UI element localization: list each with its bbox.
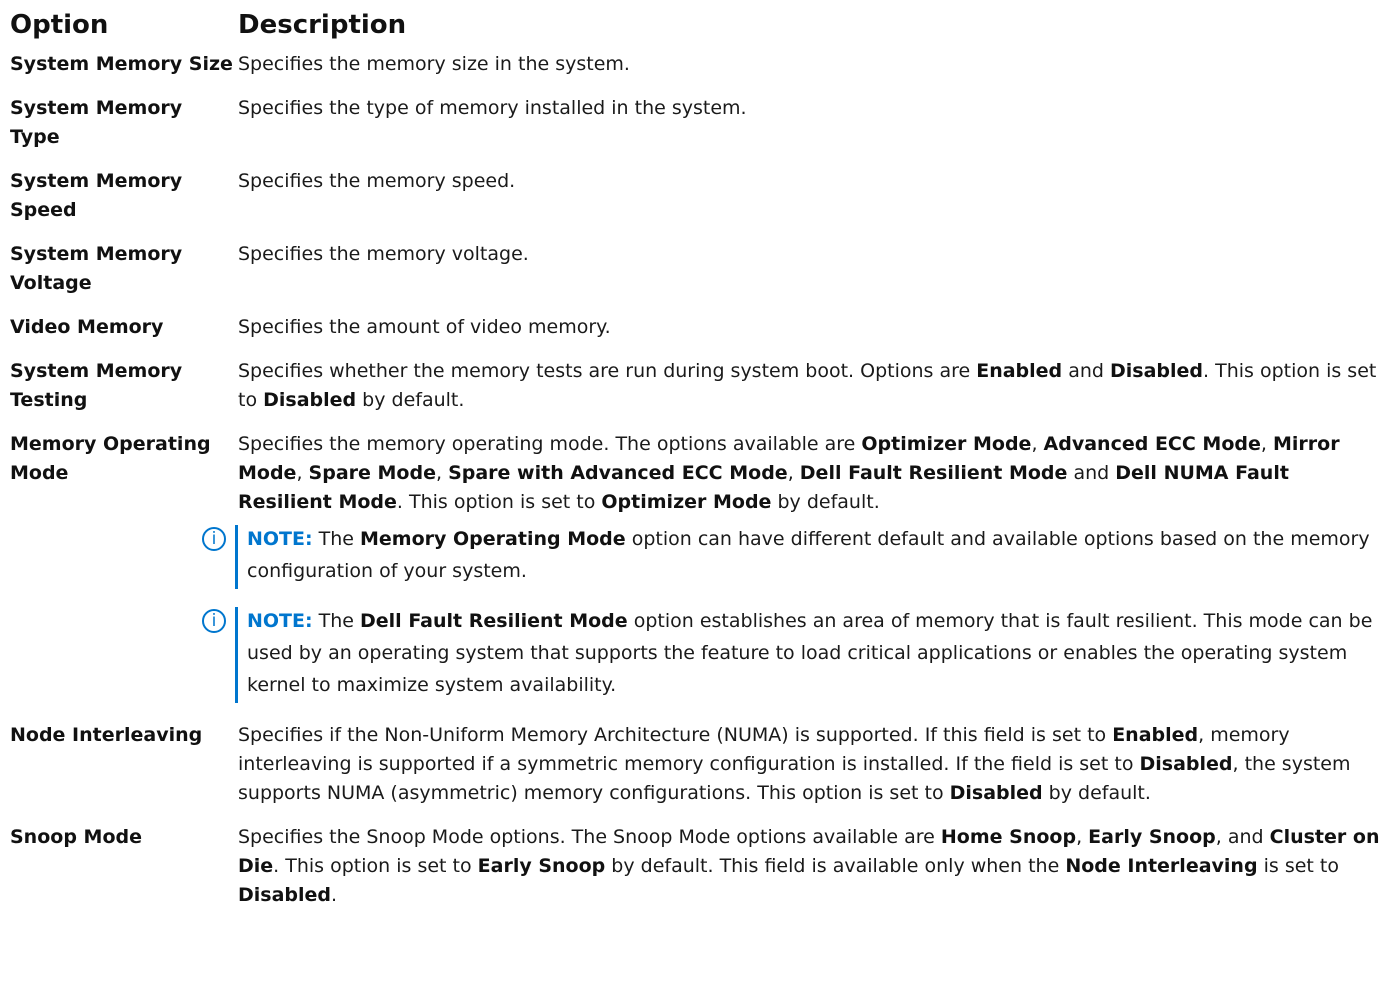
note-box: i NOTE: The Dell Fault Resilient Mode op…: [198, 605, 1389, 703]
option-description: Specifies the memory operating mode. The…: [202, 430, 1397, 703]
table-row: Video Memory Specifies the amount of vid…: [10, 313, 1397, 342]
table-row: Snoop Mode Specifies the Snoop Mode opti…: [10, 823, 1397, 910]
option-description: Specifies if the Non-Uniform Memory Arch…: [238, 724, 1351, 804]
note-box: i NOTE: The Memory Operating Mode option…: [198, 523, 1389, 589]
header-option: Option: [10, 10, 109, 40]
table-row: System Memory Size Specifies the memory …: [10, 50, 1397, 79]
option-description: Specifies whether the memory tests are r…: [238, 360, 1377, 411]
option-name: Snoop Mode: [10, 826, 142, 848]
option-description: Specifies the memory size in the system.: [238, 53, 630, 75]
table-row: System Memory Testing Specifies whether …: [10, 357, 1397, 415]
option-name: Video Memory: [10, 316, 164, 338]
table-row: Node Interleaving Specifies if the Non-U…: [10, 721, 1397, 808]
note-label: NOTE:: [247, 610, 313, 632]
info-icon: i: [202, 527, 226, 551]
table-row: Memory Operating Mode Specifies the memo…: [10, 430, 1397, 703]
option-name: System Memory Size: [10, 53, 233, 75]
table-row: System Memory Voltage Specifies the memo…: [10, 240, 1397, 298]
option-name: System Memory Type: [10, 97, 183, 148]
note-bar: [235, 607, 238, 703]
option-description: Specifies the memory speed.: [238, 170, 516, 192]
table-header: Option Description: [10, 0, 1397, 50]
note-bar: [235, 525, 238, 589]
option-description: Specifies the Snoop Mode options. The Sn…: [238, 826, 1380, 906]
options-table: Option Description System Memory Size Sp…: [0, 0, 1397, 910]
table-row: System Memory Type Specifies the type of…: [10, 94, 1397, 152]
info-icon: i: [202, 609, 226, 633]
table-row: System Memory Speed Specifies the memory…: [10, 167, 1397, 225]
option-description: Specifies the type of memory installed i…: [238, 97, 747, 119]
option-name: System Memory Speed: [10, 170, 183, 221]
option-description: Specifies the memory voltage.: [238, 243, 529, 265]
note-label: NOTE:: [247, 528, 313, 550]
option-name: Node Interleaving: [10, 724, 203, 746]
option-description: Specifies the amount of video memory.: [238, 316, 611, 338]
option-name: System Memory Voltage: [10, 243, 183, 294]
header-description: Description: [238, 10, 407, 40]
option-name: System Memory Testing: [10, 360, 183, 411]
